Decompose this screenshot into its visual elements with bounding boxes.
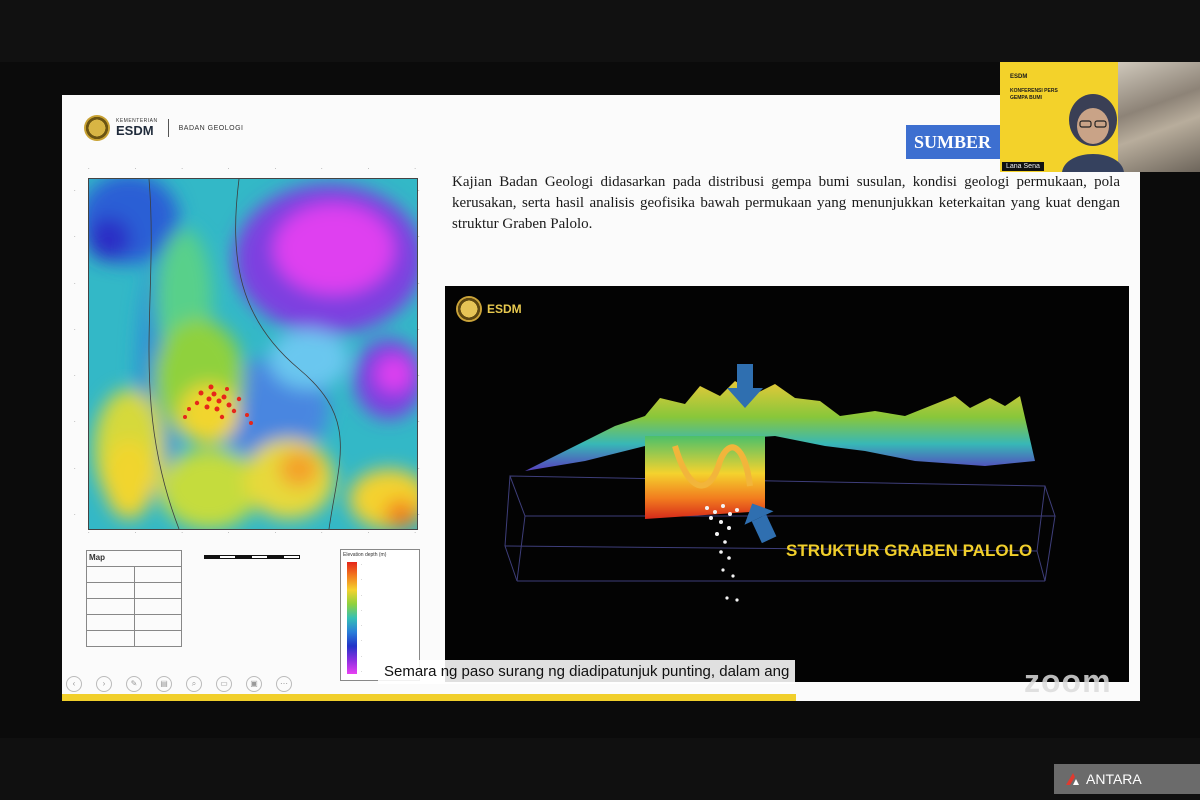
antara-watermark: ANTARA	[1054, 764, 1200, 794]
prev-slide-icon[interactable]: ‹	[66, 676, 82, 692]
panel-esdm-emblem-icon	[456, 296, 482, 322]
graben-structure-label: STRUKTUR GRABEN PALOLO	[786, 541, 1033, 560]
zoom-logo: zoom	[1024, 663, 1112, 699]
subtitle-icon[interactable]: ▭	[216, 676, 232, 692]
participant-name-tag: Lana Sena	[1002, 162, 1044, 171]
slide-header: KEMENTERIAN ESDM BADAN GEOLOGI	[84, 115, 243, 141]
wireframe-box	[504, 475, 1056, 582]
bottom-letterbox	[0, 738, 1200, 800]
map-info-table: Map	[86, 550, 182, 647]
agency-label: BADAN GEOLOGI	[178, 124, 244, 132]
more-icon[interactable]: ⋯	[276, 676, 292, 692]
slides-icon[interactable]: ▤	[156, 676, 172, 692]
legend-labels: · · · · · · · ·	[361, 562, 363, 674]
source-badge: SUMBER	[906, 125, 1004, 159]
top-letterbox	[0, 0, 1200, 62]
esdm-emblem-icon	[84, 115, 110, 141]
map-scalebar	[204, 553, 300, 559]
legend-title: Elevation depth (m)	[343, 552, 387, 558]
next-slide-icon[interactable]: ›	[96, 676, 112, 692]
antara-mark-icon	[1066, 773, 1079, 785]
hypocenter-points	[705, 504, 739, 602]
map-bottom-ticks: · · · · · · · ·	[88, 530, 416, 536]
map-info-title: Map	[86, 550, 182, 567]
webcam-logo-text: ESDM	[1010, 74, 1028, 80]
graben-3d-panel	[445, 286, 1129, 682]
webcam-title-line1: KONFERENSI PERS	[1010, 88, 1058, 94]
map-top-ticks: · · · · · · · ·	[88, 166, 416, 172]
esdm-logo-text: ESDM	[116, 123, 154, 138]
map-right-ticks: · · · · · · · ·	[418, 188, 420, 518]
webcam-background-image	[1118, 62, 1200, 172]
pen-icon[interactable]: ✎	[126, 676, 142, 692]
panel-logo-text: ESDM	[487, 302, 522, 316]
antara-logo-text: ANTARA	[1086, 771, 1142, 787]
legend-colorbar	[347, 562, 357, 674]
terrain-surface	[525, 381, 1035, 471]
slide-footer-bar	[62, 694, 796, 701]
live-caption: Semara ng paso surang ng diadipatunjuk p…	[378, 660, 796, 684]
speaker-avatar	[1062, 94, 1124, 172]
video-stage: KEMENTERIAN ESDM BADAN GEOLOGI SUMBER Ka…	[0, 0, 1200, 800]
camera-icon[interactable]: ▣	[246, 676, 262, 692]
panel-logo: ESDM	[456, 296, 522, 322]
elevation-map	[88, 178, 418, 530]
header-divider	[167, 119, 169, 137]
webcam-tile[interactable]: ESDM KONFERENSI PERS GEMPA BUMI	[1000, 62, 1200, 172]
map-left-ticks: · · · · · · · ·	[74, 188, 76, 518]
zoom-icon[interactable]: ⌕	[186, 676, 202, 692]
slide-toolbar: ‹ › ✎ ▤ ⌕ ▭ ▣ ⋯	[66, 676, 292, 692]
webcam-title-line2: GEMPA BUMI	[1010, 95, 1042, 101]
slide-paragraph: Kajian Badan Geologi didasarkan pada dis…	[452, 174, 1120, 232]
